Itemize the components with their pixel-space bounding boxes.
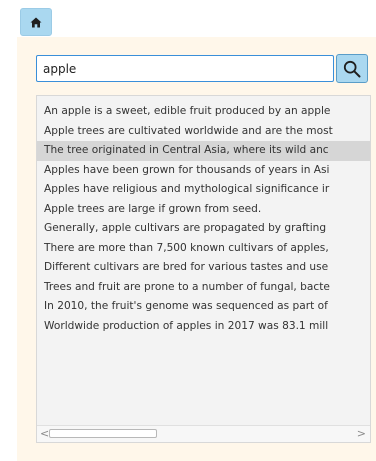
horizontal-scrollbar[interactable]: < > (37, 425, 370, 442)
list-item[interactable]: Apples have been grown for thousands of … (37, 161, 370, 181)
scroll-left-arrow[interactable]: < (40, 427, 49, 441)
list-item[interactable]: Worldwide production of apples in 2017 w… (37, 317, 370, 337)
results-list[interactable]: An apple is a sweet, edible fruit produc… (36, 95, 371, 443)
list-item[interactable]: Generally, apple cultivars are propagate… (37, 219, 370, 239)
list-item[interactable]: In 2010, the fruit's genome was sequence… (37, 297, 370, 317)
search-input[interactable] (36, 55, 334, 82)
list-item[interactable]: Apples have religious and mythological s… (37, 180, 370, 200)
list-item[interactable]: There are more than 7,500 known cultivar… (37, 239, 370, 259)
list-item[interactable]: Different cultivars are bred for various… (37, 258, 370, 278)
search-button[interactable] (336, 54, 368, 83)
list-item[interactable]: Apple trees are large if grown from seed… (37, 200, 370, 220)
scroll-right-arrow[interactable]: > (357, 427, 366, 441)
scrollbar-thumb[interactable] (49, 429, 157, 438)
home-button[interactable] (20, 8, 52, 36)
list-item[interactable]: Trees and fruit are prone to a number of… (37, 278, 370, 298)
results-list-body: An apple is a sweet, edible fruit produc… (37, 102, 370, 336)
list-item[interactable]: The tree originated in Central Asia, whe… (37, 141, 370, 161)
list-item[interactable]: An apple is a sweet, edible fruit produc… (37, 102, 370, 122)
home-icon (30, 17, 42, 27)
list-item[interactable]: Apple trees are cultivated worldwide and… (37, 122, 370, 142)
search-icon (343, 60, 361, 77)
